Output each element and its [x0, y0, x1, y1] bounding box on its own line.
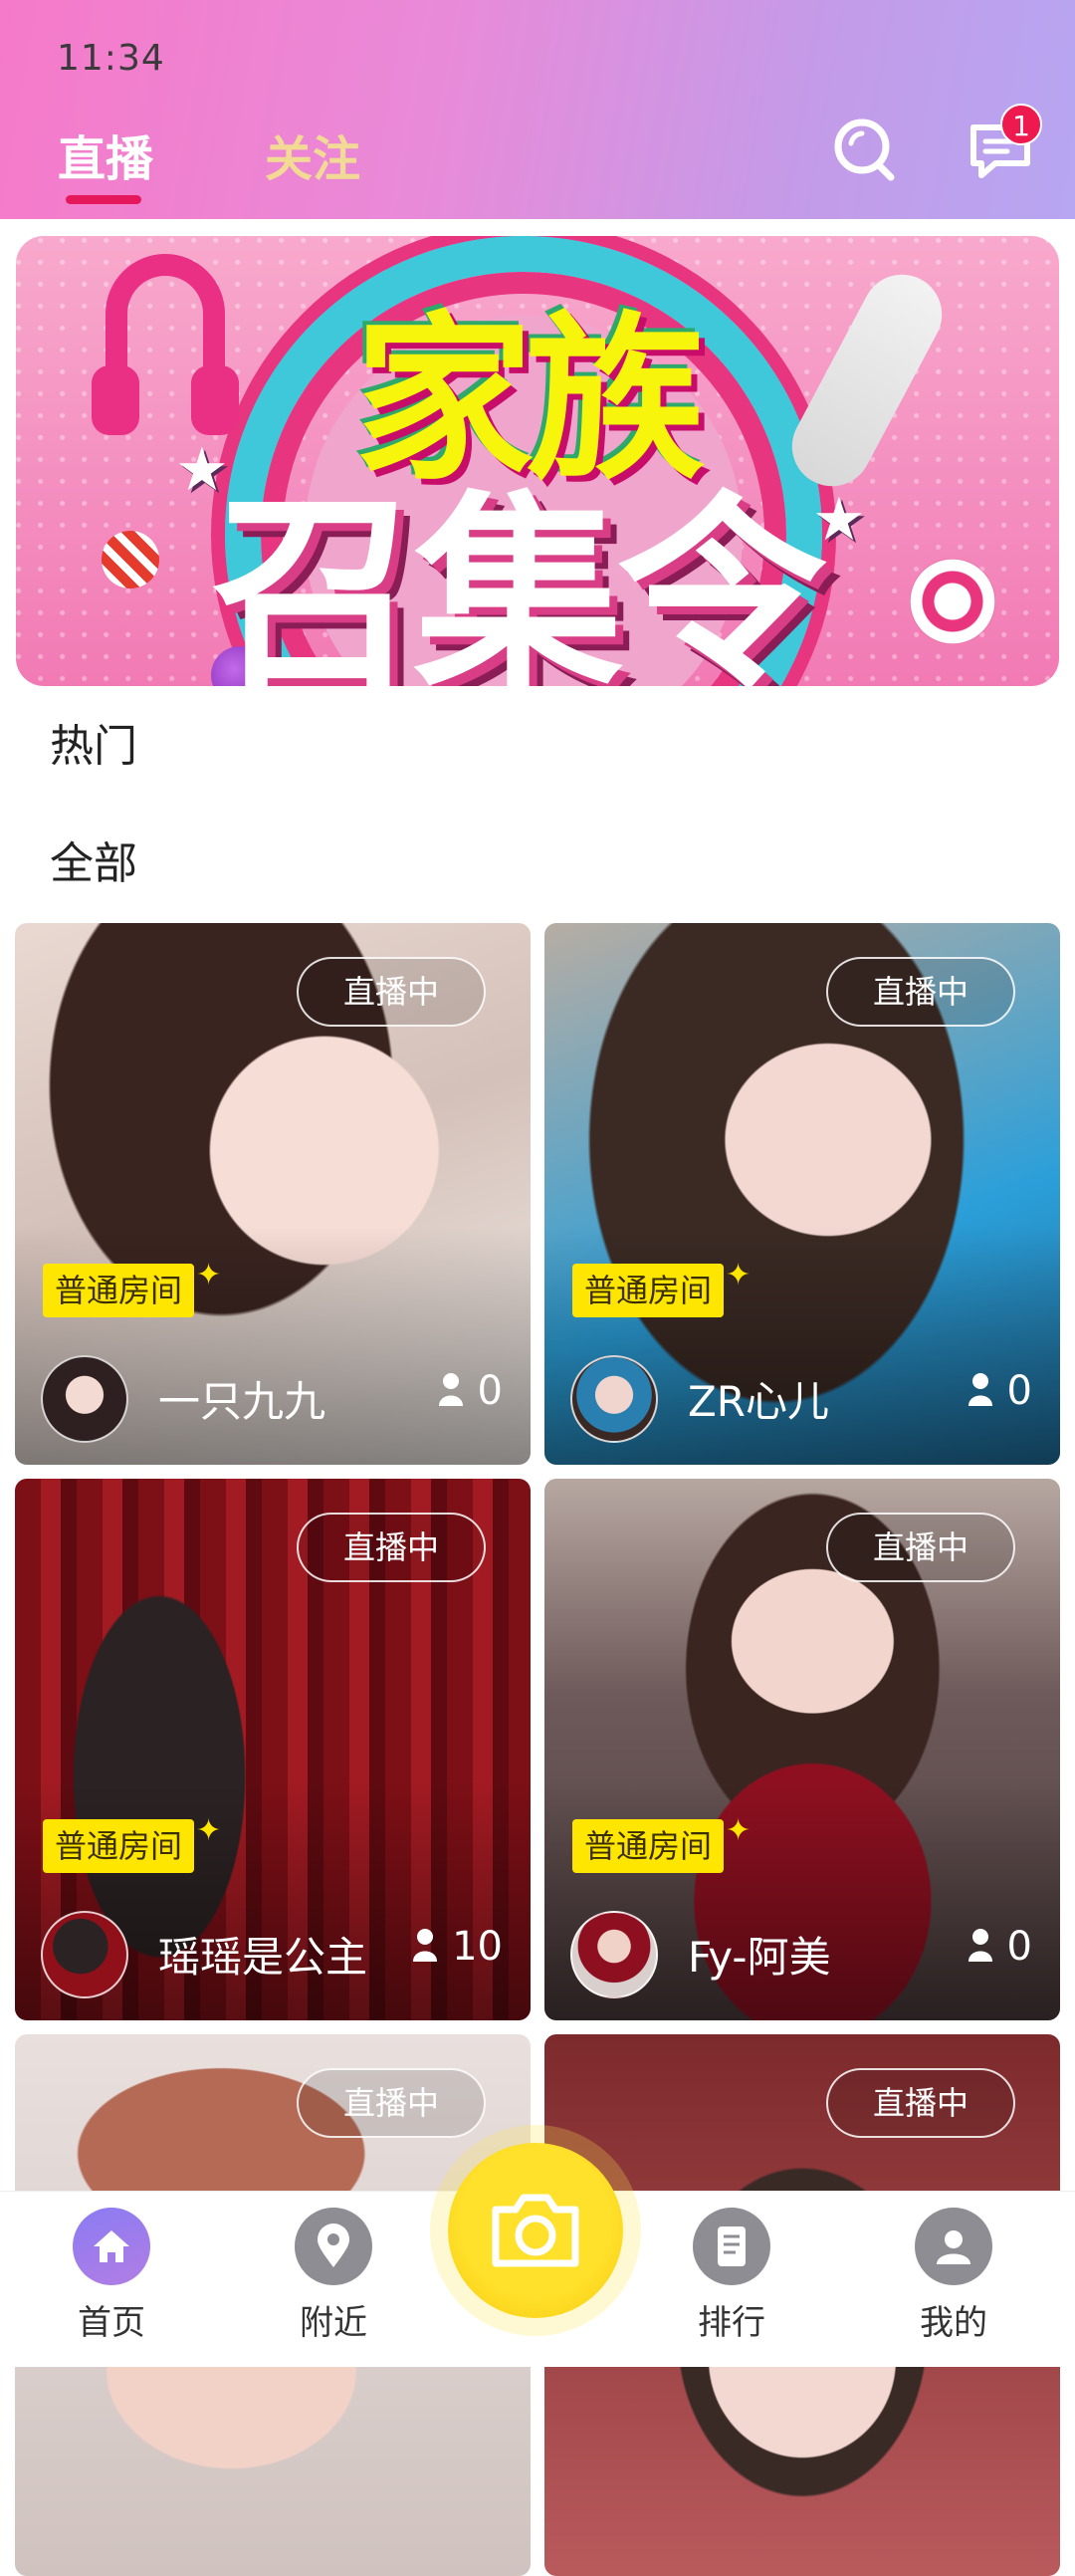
host-name: 一只九九 — [158, 1377, 326, 1426]
section-all[interactable]: 全部 — [50, 827, 137, 891]
viewer-count-value: 0 — [1006, 1368, 1032, 1414]
nav-ranking[interactable]: 排行 — [672, 2208, 791, 2344]
location-icon — [295, 2208, 372, 2285]
ranking-icon — [693, 2208, 770, 2285]
live-status-badge: 直播中 — [297, 2068, 486, 2138]
host-avatar[interactable] — [41, 1355, 128, 1443]
host-name: Fy-阿美 — [688, 1933, 831, 1982]
top-header: 11:34 直播 关注 1 — [0, 0, 1075, 219]
nav-nearby[interactable]: 附近 — [274, 2208, 393, 2344]
viewer-count-value: 10 — [452, 1924, 503, 1970]
candy-decoration — [102, 531, 159, 588]
live-status-badge: 直播中 — [826, 1513, 1015, 1582]
tab-follow[interactable]: 关注 — [265, 119, 360, 189]
headphone-decoration — [92, 254, 239, 435]
sparkle-icon: ✦ — [196, 1813, 222, 1848]
candy-decoration — [910, 559, 995, 644]
camera-icon — [492, 2194, 579, 2267]
live-status-badge: 直播中 — [826, 2068, 1015, 2138]
live-room-card[interactable]: 直播中 普通房间 ✦ ZR心儿 0 — [544, 923, 1060, 1465]
live-status-badge: 直播中 — [826, 957, 1015, 1027]
viewer-count: 0 — [968, 1924, 1032, 1972]
room-type-tag: 普通房间 — [572, 1819, 725, 1873]
person-icon — [968, 1926, 993, 1972]
person-icon — [438, 1370, 464, 1416]
host-avatar[interactable] — [41, 1911, 128, 1998]
live-room-card[interactable]: 直播中 普通房间 ✦ 一只九九 0 — [15, 923, 531, 1465]
nav-ranking-label: 排行 — [698, 2303, 765, 2343]
go-live-camera-button[interactable] — [448, 2143, 623, 2318]
viewer-count: 0 — [438, 1368, 503, 1416]
nav-home[interactable]: 首页 — [52, 2208, 171, 2344]
live-status-badge: 直播中 — [297, 957, 486, 1027]
tab-live[interactable]: 直播 — [58, 119, 153, 189]
banner-title-line2: 召集令 — [211, 473, 826, 686]
message-badge: 1 — [1000, 104, 1042, 145]
viewer-count-value: 0 — [477, 1368, 503, 1414]
home-icon — [73, 2208, 150, 2285]
viewer-count-value: 0 — [1006, 1924, 1032, 1970]
host-name: 瑶瑶是公主 — [158, 1933, 368, 1982]
profile-icon — [915, 2208, 992, 2285]
nav-profile-label: 我的 — [920, 2303, 987, 2343]
viewer-count: 10 — [412, 1924, 503, 1972]
host-name: ZR心儿 — [688, 1377, 829, 1426]
search-icon — [834, 118, 895, 181]
person-icon — [412, 1926, 438, 1972]
live-room-card[interactable]: 直播中 普通房间 ✦ 瑶瑶是公主 10 — [15, 1479, 531, 2020]
sparkle-icon: ✦ — [726, 1813, 752, 1848]
active-tab-indicator — [66, 195, 141, 204]
viewer-count: 0 — [968, 1368, 1032, 1416]
nav-profile[interactable]: 我的 — [894, 2208, 1013, 2344]
live-status-badge: 直播中 — [297, 1513, 486, 1582]
status-time: 11:34 — [57, 38, 165, 79]
room-type-tag: 普通房间 — [572, 1264, 725, 1317]
sparkle-icon: ✦ — [726, 1258, 752, 1292]
live-room-card[interactable]: 直播中 普通房间 ✦ Fy-阿美 0 — [544, 1479, 1060, 2020]
room-type-tag: 普通房间 — [43, 1819, 195, 1873]
room-type-tag: 普通房间 — [43, 1264, 195, 1317]
host-avatar[interactable] — [570, 1911, 658, 1998]
host-avatar[interactable] — [570, 1355, 658, 1443]
person-icon — [968, 1370, 993, 1416]
search-button[interactable] — [829, 114, 899, 183]
nav-nearby-label: 附近 — [300, 2303, 367, 2343]
section-hot[interactable]: 热门 — [50, 710, 137, 774]
promo-banner[interactable]: ★ ★ 家族 召集令 — [16, 236, 1059, 686]
nav-home-label: 首页 — [78, 2303, 145, 2343]
star-icon: ★ — [812, 485, 866, 555]
sparkle-icon: ✦ — [196, 1258, 222, 1292]
